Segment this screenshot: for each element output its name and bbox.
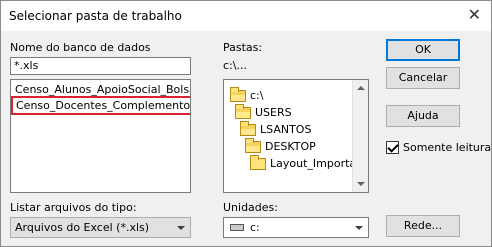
folder-label: c:\: [250, 89, 264, 102]
drive-value: c:: [250, 221, 260, 234]
folder-tree[interactable]: c:\ USERS LSANTOS DESKTOP Layout_Importa…: [223, 79, 369, 193]
read-only-label[interactable]: Somente leitura: [403, 141, 491, 154]
open-folder-icon: [230, 86, 246, 102]
scroll-down-icon[interactable]: [357, 182, 365, 186]
close-icon[interactable]: ✕: [468, 5, 481, 24]
folder-item-lsantos[interactable]: LSANTOS: [240, 120, 312, 136]
check-icon: [387, 141, 399, 153]
folder-icon: [250, 154, 266, 170]
database-name-value: *.xls: [14, 59, 39, 72]
drive-select[interactable]: c:: [223, 217, 369, 238]
folder-item-users[interactable]: USERS: [235, 103, 292, 119]
file-list[interactable]: Censo_Alunos_ApoioSocial_Bolsas Censo_Do…: [10, 79, 191, 193]
open-folder-icon: [245, 137, 261, 153]
folder-item-c[interactable]: c:\: [230, 86, 264, 102]
select-workbook-dialog: Selecionar pasta de trabalho ✕ Nome do b…: [0, 0, 492, 247]
file-item[interactable]: Censo_Alunos_ApoioSocial_Bolsas: [15, 83, 190, 96]
read-only-checkbox[interactable]: [386, 141, 399, 154]
title-bar: Selecionar pasta de trabalho ✕: [1, 1, 491, 31]
database-name-input[interactable]: *.xls: [10, 57, 191, 75]
folder-scrollbar[interactable]: [352, 80, 368, 192]
folders-label: Pastas:: [223, 41, 263, 54]
folder-label: DESKTOP: [265, 140, 316, 153]
network-button[interactable]: Rede...: [386, 215, 460, 237]
file-type-value: Arquivos do Excel (*.xls): [15, 221, 150, 234]
chevron-down-icon: [177, 226, 185, 230]
open-folder-icon: [235, 103, 251, 119]
file-type-label: Listar arquivos do tipo:: [10, 201, 137, 214]
folder-item-desktop[interactable]: DESKTOP: [245, 137, 316, 153]
window-title: Selecionar pasta de trabalho: [9, 9, 182, 23]
database-name-label: Nome do banco de dados: [10, 41, 151, 54]
drive-icon: [230, 224, 244, 231]
cancel-button[interactable]: Cancelar: [386, 67, 460, 89]
current-path: c:\...: [223, 59, 247, 72]
ok-button[interactable]: OK: [386, 39, 460, 61]
file-item-selected[interactable]: Censo_Docentes_Complemento.xlsx: [11, 96, 190, 115]
open-folder-icon: [240, 120, 256, 136]
folder-label: LSANTOS: [260, 123, 312, 136]
folder-label: USERS: [255, 106, 292, 119]
drives-label: Unidades:: [223, 201, 278, 214]
scroll-up-icon[interactable]: [357, 86, 365, 90]
file-type-select[interactable]: Arquivos do Excel (*.xls): [10, 217, 191, 238]
chevron-down-icon: [355, 226, 363, 230]
help-button[interactable]: Ajuda: [386, 105, 460, 127]
